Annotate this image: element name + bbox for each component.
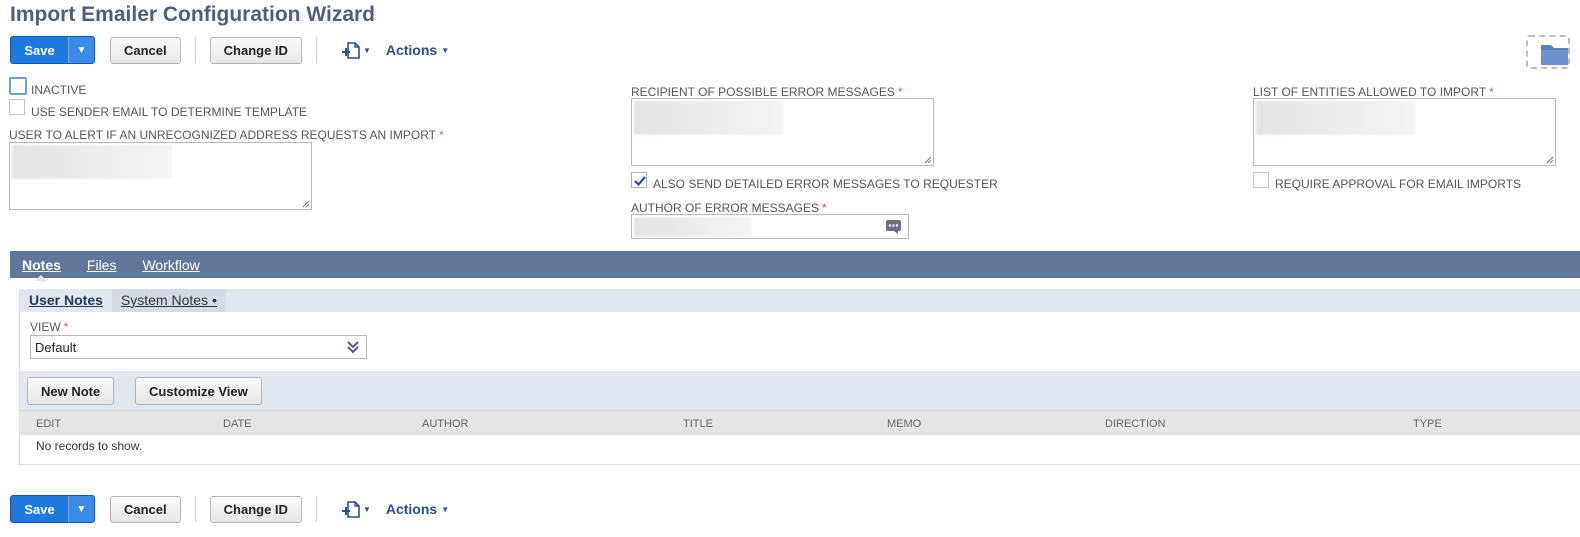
redacted-value	[634, 101, 784, 135]
list-picker-icon[interactable]	[885, 219, 902, 235]
chevron-down-icon: ▼	[362, 504, 371, 514]
toolbar-divider	[194, 37, 196, 63]
save-dropdown-button[interactable]: ▼	[68, 496, 94, 522]
chevron-down-icon: ▼	[441, 504, 450, 514]
tab-notes[interactable]: Notes	[22, 257, 61, 281]
chevron-down-icon: ▼	[362, 45, 371, 55]
new-record-menu[interactable]: ▼	[341, 499, 371, 519]
bottom-toolbar: Save ▼ Cancel Change ID ▼ Actions ▼	[10, 495, 449, 523]
new-record-icon	[341, 42, 360, 59]
actions-menu[interactable]: Actions ▼	[386, 42, 449, 58]
recipient-field[interactable]	[631, 98, 934, 166]
empty-state-message: No records to show.	[36, 439, 143, 453]
entities-field[interactable]	[1253, 98, 1556, 166]
entities-label-text: LIST OF ENTITIES ALLOWED TO IMPORT	[1253, 85, 1487, 99]
new-record-menu[interactable]: ▼	[341, 40, 371, 60]
recipient-label-text: RECIPIENT OF POSSIBLE ERROR MESSAGES	[631, 85, 895, 99]
use-sender-email-label: USE SENDER EMAIL TO DETERMINE TEMPLATE	[31, 105, 308, 119]
toolbar-divider	[315, 37, 317, 63]
tab-files[interactable]: Files	[87, 257, 117, 273]
toolbar-divider	[194, 496, 196, 522]
recipient-label: RECIPIENT OF POSSIBLE ERROR MESSAGES *	[631, 85, 903, 99]
save-button-group: Save ▼	[10, 495, 95, 523]
author-label-text: AUTHOR OF ERROR MESSAGES	[631, 201, 820, 215]
author-field[interactable]	[631, 214, 909, 239]
require-approval-label: REQUIRE APPROVAL FOR EMAIL IMPORTS	[1275, 177, 1522, 191]
column-header-edit[interactable]: EDIT	[36, 418, 61, 430]
required-marker: *	[1489, 85, 1494, 99]
subtab-user-notes[interactable]: User Notes	[20, 289, 112, 312]
new-record-icon	[341, 501, 360, 518]
required-marker: *	[438, 128, 444, 142]
also-send-detailed-label: ALSO SEND DETAILED ERROR MESSAGES TO REQ…	[653, 177, 998, 191]
view-select-value: Default	[35, 339, 77, 355]
author-label: AUTHOR OF ERROR MESSAGES *	[631, 201, 827, 215]
double-chevron-down-icon	[347, 341, 359, 354]
column-header-date[interactable]: DATE	[223, 418, 252, 430]
subtab-system-notes[interactable]: System Notes •	[111, 289, 226, 312]
change-id-button[interactable]: Change ID	[209, 495, 302, 523]
save-dropdown-button[interactable]: ▼	[68, 37, 94, 63]
record-tab-bar: Notes Files Workflow	[10, 251, 1580, 281]
top-toolbar: Save ▼ Cancel Change ID ▼ Actions ▼	[10, 36, 449, 64]
save-button[interactable]: Save	[11, 37, 68, 63]
cancel-button[interactable]: Cancel	[110, 495, 181, 523]
inactive-label: INACTIVE	[31, 83, 87, 97]
redacted-value	[1256, 101, 1416, 135]
user-alert-field[interactable]	[9, 142, 312, 210]
required-marker: *	[897, 85, 903, 99]
resize-grip-icon[interactable]	[924, 156, 932, 164]
column-header-memo[interactable]: MEMO	[887, 418, 921, 430]
required-marker: *	[822, 201, 827, 215]
actions-label: Actions	[385, 501, 438, 517]
redacted-value	[634, 217, 752, 237]
entities-label: LIST OF ENTITIES ALLOWED TO IMPORT *	[1253, 85, 1494, 99]
customize-view-button[interactable]: Customize View	[135, 377, 262, 405]
toolbar-divider	[315, 496, 317, 522]
actions-label: Actions	[385, 42, 438, 58]
also-send-detailed-checkbox[interactable]	[631, 172, 647, 188]
folder-icon	[1541, 45, 1568, 65]
user-alert-label-text: USER TO ALERT IF AN UNRECOGNIZED ADDRESS…	[9, 128, 436, 142]
checkmark-icon	[634, 176, 646, 187]
chevron-down-icon: ▼	[441, 45, 450, 55]
page-title: Import Emailer Configuration Wizard	[10, 3, 375, 26]
new-note-button[interactable]: New Note	[27, 377, 115, 405]
notes-button-strip: New Note Customize View	[20, 371, 1580, 410]
view-select[interactable]: Default	[30, 335, 367, 359]
resize-grip-icon[interactable]	[302, 200, 310, 208]
save-button[interactable]: Save	[11, 496, 68, 522]
inactive-checkbox[interactable]	[9, 77, 27, 95]
actions-menu[interactable]: Actions ▼	[386, 501, 449, 517]
require-approval-checkbox[interactable]	[1253, 172, 1269, 188]
resize-grip-icon[interactable]	[1546, 156, 1554, 164]
notes-panel: User Notes System Notes • VIEW * Default …	[19, 289, 1580, 465]
column-header-type[interactable]: TYPE	[1413, 418, 1442, 430]
required-marker: *	[63, 320, 69, 334]
column-header-author[interactable]: AUTHOR	[422, 418, 468, 430]
redacted-value	[12, 145, 172, 179]
change-id-button[interactable]: Change ID	[209, 36, 302, 64]
tab-workflow[interactable]: Workflow	[142, 257, 199, 273]
user-alert-label: USER TO ALERT IF AN UNRECOGNIZED ADDRESS…	[9, 128, 444, 142]
notes-grid-header: EDIT DATE AUTHOR TITLE MEMO DIRECTION TY…	[20, 410, 1580, 435]
view-label: VIEW *	[30, 320, 68, 334]
attach-folder-button[interactable]	[1526, 35, 1570, 69]
view-label-text: VIEW	[30, 320, 61, 334]
notes-subtab-bar: User Notes System Notes •	[20, 289, 1580, 312]
column-header-direction[interactable]: DIRECTION	[1105, 418, 1166, 430]
use-sender-email-checkbox[interactable]	[9, 99, 25, 115]
cancel-button[interactable]: Cancel	[110, 36, 181, 64]
column-header-title[interactable]: TITLE	[683, 418, 713, 430]
save-button-group: Save ▼	[10, 36, 95, 64]
